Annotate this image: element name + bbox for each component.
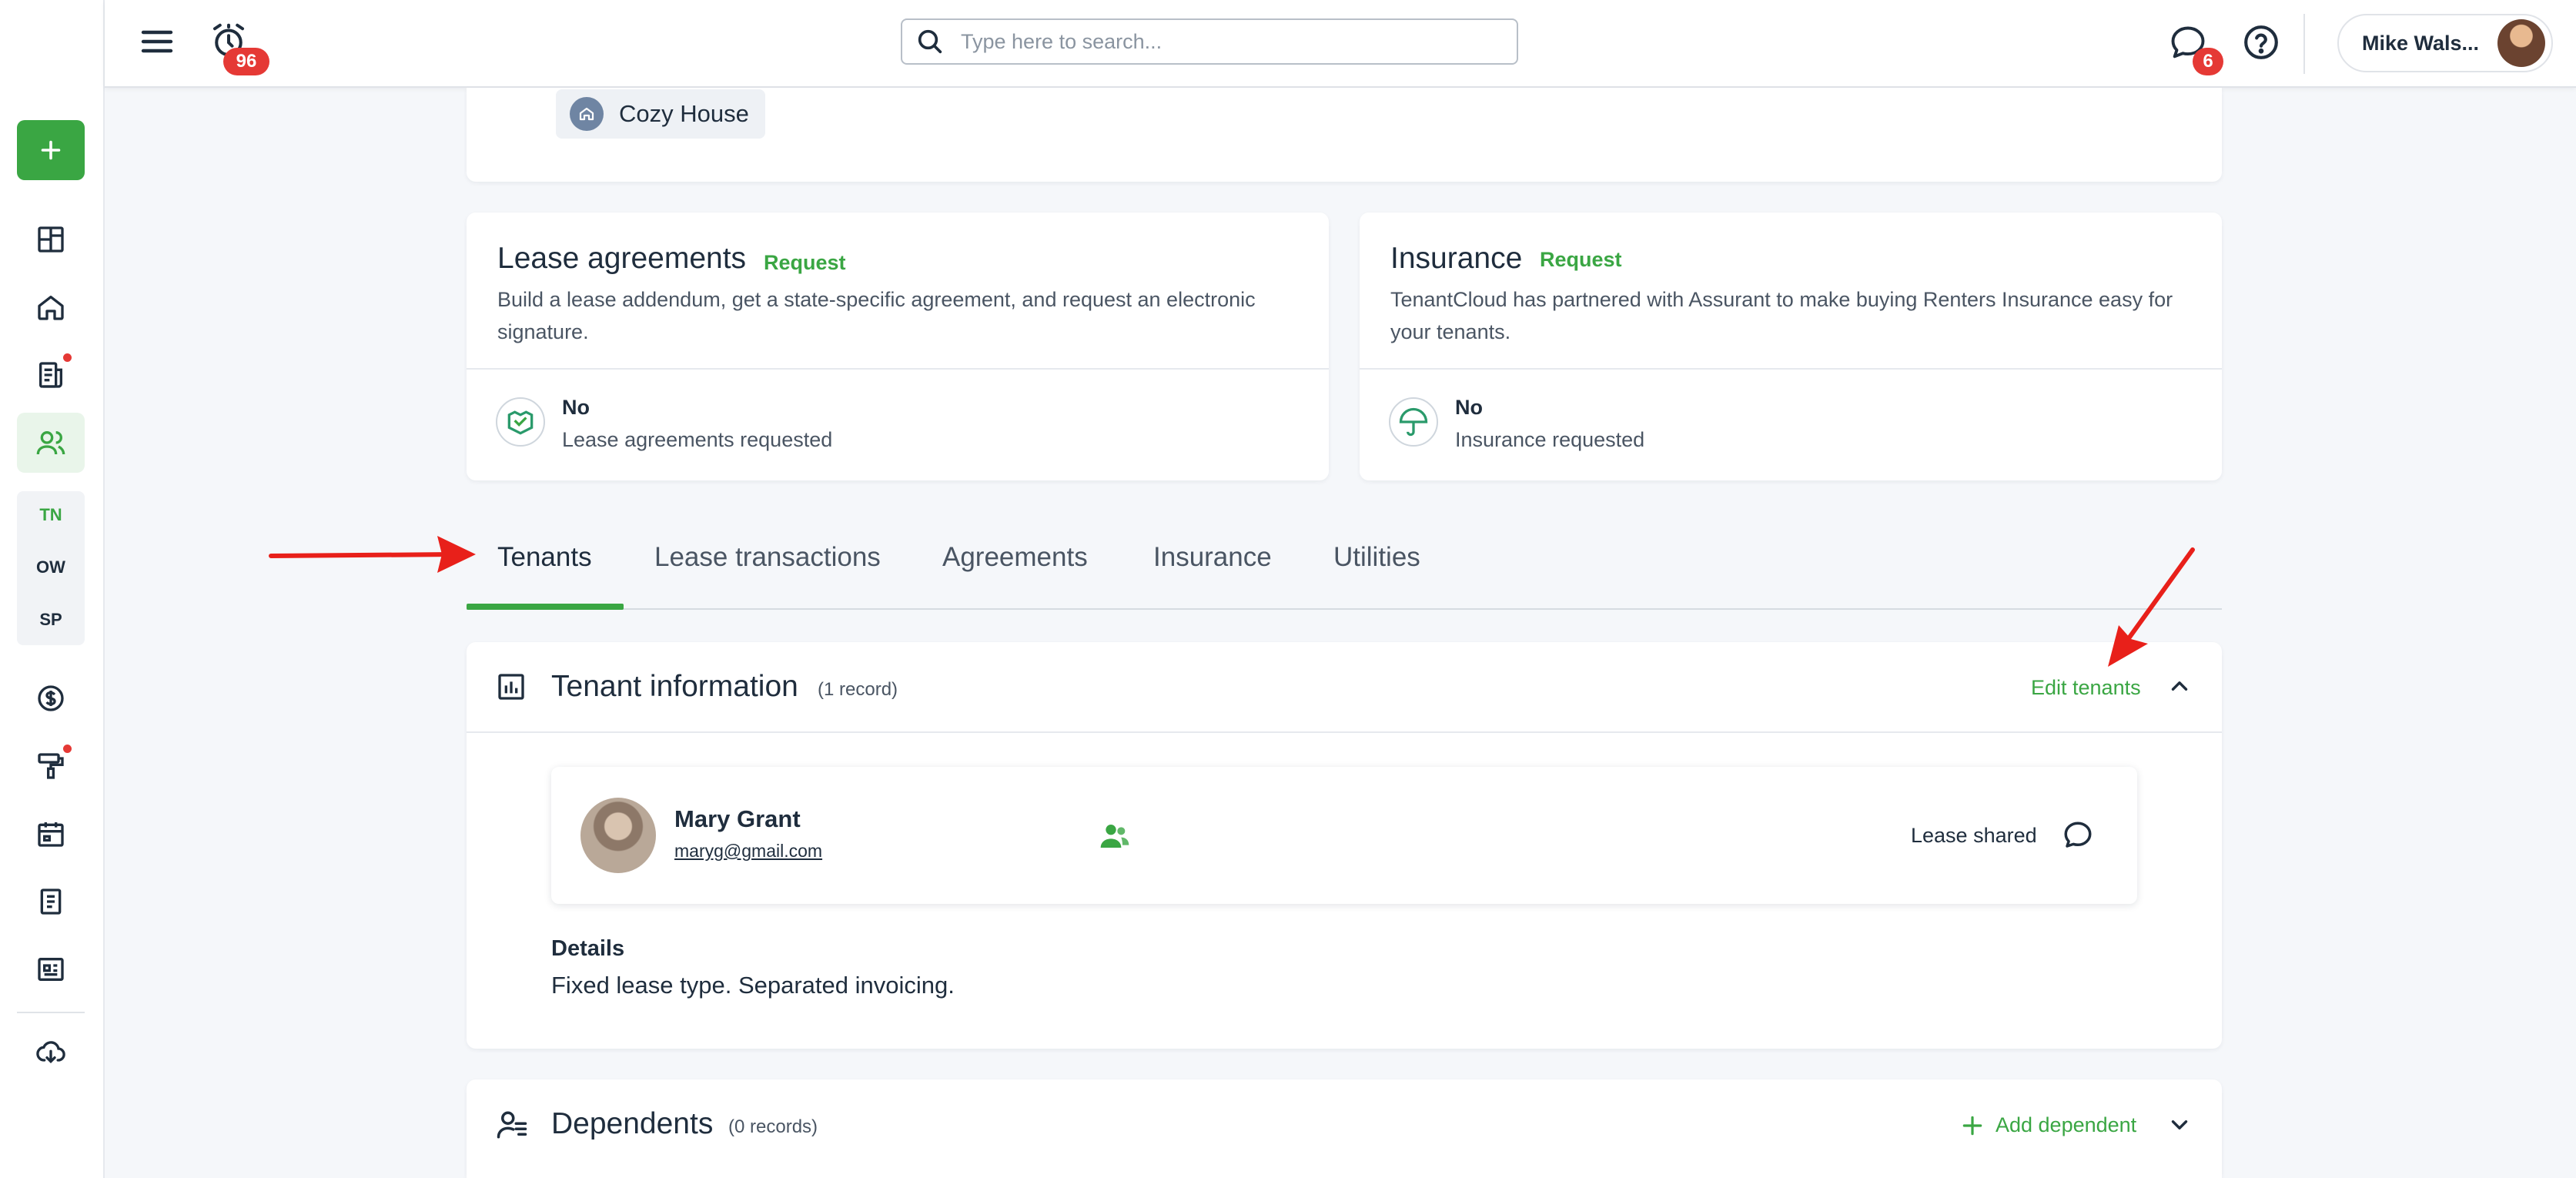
add-new-button[interactable] [17,120,85,180]
user-name: Mike Wals... [2362,31,2480,55]
topbar-separator [2303,14,2305,74]
tab-tenants[interactable]: Tenants [497,542,592,573]
notifications-badge: 96 [223,48,269,75]
tab-utilities[interactable]: Utilities [1333,542,1420,573]
sidebar-item-leases[interactable] [17,345,85,405]
dependents-record-count: (0 records) [728,1116,818,1137]
sidebar-sub-service-pros[interactable]: SP [17,610,85,630]
tenant-information-card: Tenant information (1 record) Edit tenan… [467,642,2222,1049]
document-icon [39,362,62,388]
arrow-to-tenants-tab [269,536,476,573]
maintenance-notification-dot [63,745,72,753]
dependents-card: Dependents (0 records) Add dependent [467,1079,2222,1178]
sidebar-item-reports[interactable] [17,872,85,932]
edit-tenants-link[interactable]: Edit tenants [2031,676,2141,700]
property-name: Cozy House [619,100,749,127]
add-dependent-link[interactable]: Add dependent [1996,1113,2136,1137]
plus-icon [41,140,61,160]
calendar-icon [38,822,64,847]
insurance-status-text: Insurance requested [1455,428,1645,451]
tenant-information-title: Tenant information [551,670,798,703]
property-tag[interactable]: Cozy House [556,89,765,139]
cloud-download-icon [36,1041,65,1064]
plus-icon[interactable] [1960,1113,1985,1138]
tab-agreements[interactable]: Agreements [942,542,1088,573]
handshake-icon [507,410,534,435]
lease-shared-status: Lease shared [1911,824,2037,847]
sidebar-item-contacts[interactable] [17,413,85,473]
sidebar-item-properties[interactable] [17,277,85,337]
top-bar: 96 6 Mike Wals... [105,0,2576,88]
chart-icon [498,674,524,700]
lease-status-icon [496,397,545,447]
tenant-row[interactable]: Mary Grant maryg@gmail.com Lease shared [551,767,2137,904]
sidebar-item-download[interactable] [17,1022,85,1083]
section-divider [467,731,2222,733]
card-divider [1360,368,2222,370]
tenant-group-icon [1100,825,1129,848]
tenant-tabs: Tenants Lease transactions Agreements In… [467,530,2222,610]
tenant-record-count: (1 record) [818,679,898,700]
insurance-title: Insurance [1390,242,1523,275]
sidebar-item-accounting[interactable] [17,668,85,728]
chevron-down-icon[interactable] [2166,1112,2193,1138]
report-icon [40,889,62,915]
dependents-title: Dependents [551,1107,714,1140]
sidebar-item-calendar[interactable] [17,804,85,864]
insurance-card: Insurance Request TenantCloud has partne… [1360,213,2222,480]
property-card: Cozy House [467,88,2222,182]
chevron-up-icon[interactable] [2166,673,2193,699]
home-icon [38,296,64,320]
lease-agreements-description: Build a lease addendum, get a state-spec… [497,288,1256,343]
details-label: Details [551,936,625,961]
insurance-request-link[interactable]: Request [1540,248,1622,272]
user-menu[interactable]: Mike Wals... [2337,14,2553,72]
lease-agreements-title: Lease agreements [497,242,747,275]
message-tenant-icon[interactable] [2062,819,2094,852]
paint-roller-icon [38,753,64,779]
tenant-name[interactable]: Mary Grant [674,805,801,833]
active-tab-indicator [467,604,624,610]
lease-agreements-card: Lease agreements Request Build a lease a… [467,213,1329,480]
listing-icon [38,958,64,981]
dollar-icon [38,685,64,711]
dependents-icon [497,1111,527,1139]
card-divider [467,368,1329,370]
user-avatar [2497,19,2545,67]
search-icon [918,29,942,54]
users-icon [36,431,65,455]
sidebar-item-dashboard[interactable] [17,209,85,269]
insurance-description: TenantCloud has partnered with Assurant … [1390,288,2173,343]
sidebar-item-maintenance[interactable] [17,736,85,796]
tenant-avatar [580,798,656,873]
lease-request-link[interactable]: Request [764,251,846,275]
messages-badge: 6 [2193,48,2223,75]
sidebar-sub-owners[interactable]: OW [17,557,85,577]
leases-notification-dot [63,353,72,362]
dashboard-icon [38,226,64,253]
house-icon [570,97,604,131]
insurance-status-icon [1389,397,1438,447]
sidebar-divider [17,1012,85,1013]
details-text: Fixed lease type. Separated invoicing. [551,972,955,999]
sidebar: TN OW SP [0,0,105,1178]
tab-lease-transactions[interactable]: Lease transactions [654,542,881,573]
tenant-email[interactable]: maryg@gmail.com [674,841,822,862]
search-input[interactable] [961,29,1484,54]
help-icon[interactable] [2242,23,2280,62]
menu-icon[interactable] [139,23,176,60]
insurance-status-value: No [1455,396,1483,419]
search-bar[interactable] [901,18,1518,65]
sidebar-item-listings[interactable] [17,939,85,999]
lease-status-value: No [562,396,590,419]
sidebar-sub-tenants[interactable]: TN [17,505,85,525]
lease-status-text: Lease agreements requested [562,428,833,451]
umbrella-icon [1399,407,1428,437]
tab-insurance[interactable]: Insurance [1153,542,1272,573]
